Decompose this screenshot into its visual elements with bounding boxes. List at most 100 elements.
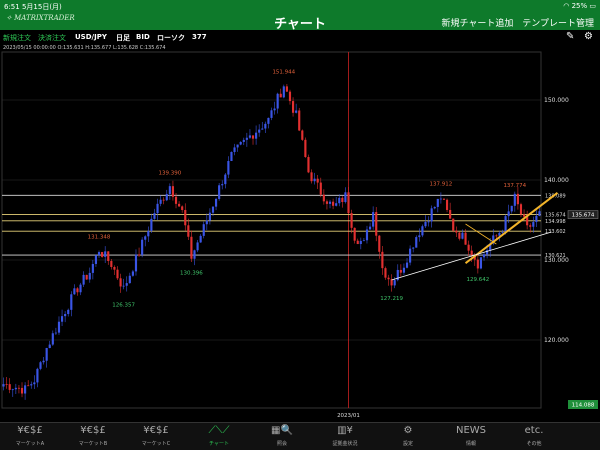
candle-body [122,285,125,287]
candle-body [458,232,461,239]
peak-label: 139.390 [158,170,181,176]
tab-market-a[interactable]: ¥€$£ マーケットA [0,425,60,447]
candle-body [251,135,255,139]
chart-area[interactable]: 120.000 130.000 140.000 150.000 2023/01 138.0… [0,48,600,422]
candle-body [171,186,175,197]
trough-label: 129.642 [466,277,489,283]
new-order-button[interactable]: 新規注文 [3,33,31,43]
status-date: 5月15日(月) [21,3,62,11]
candle-body [218,185,221,199]
candle-body [270,110,273,118]
chart-icon: ⟋⟍⟋ [208,425,230,436]
candle-body [144,236,147,240]
candle-body [507,211,510,217]
candle-body [196,242,199,251]
candle-body [359,240,362,245]
gear-icon[interactable]: ⚙ [584,31,593,42]
candle-body [393,280,396,286]
candle-body [205,220,208,225]
candle-body [104,251,107,257]
candle-body [150,218,153,231]
candle-count-select[interactable]: 377 [192,33,207,41]
candle-body [24,385,27,394]
candle-body [128,275,131,284]
chart-type-select[interactable]: ローソク [157,33,185,43]
header-actions: 新規チャート追加 テンプレート管理 [435,16,594,29]
candle-body [482,254,486,258]
candle-body [190,236,193,259]
candle-body [341,197,344,203]
candle-body [20,387,24,394]
candle-body [48,344,51,349]
candle-body [242,139,245,142]
candle-body [504,216,507,233]
bottom-price-label: 114.088 [572,403,595,409]
template-manage-button[interactable]: テンプレート管理 [522,19,594,29]
bottom-tab-bar: ¥€$£ マーケットA ¥€$£ マーケットB ¥€$£ マーケットC ⟋⟍⟋ チャート ▦🔍 照… [0,422,600,450]
tab-news[interactable]: NEWS 情報 [441,425,501,447]
tab-settings[interactable]: ⚙ 設定 [378,425,438,447]
tab-label: 証拠金状況 [332,441,358,447]
candle-body [33,382,36,385]
tab-market-b[interactable]: ¥€$£ マーケットB [63,425,123,447]
candle-body [57,321,61,333]
candle-body [479,257,483,269]
peak-label: 151.944 [272,70,295,76]
candle-body [409,248,412,263]
candle-body [338,197,341,204]
tab-inquiry[interactable]: ▦🔍 照会 [252,425,312,447]
candle-body [211,206,215,213]
x-tick-label: 2023/01 [337,413,360,419]
gear-icon: ⚙ [403,425,413,436]
candle-body [439,198,442,200]
hline-label: 130.621 [545,253,566,259]
y-tick-label: 120.000 [544,337,569,344]
candle-body [378,235,381,252]
tab-margin-status[interactable]: ▥¥ 証拠金状況 [315,425,375,447]
candle-body [267,117,270,124]
status-battery: ◠ 25% ▭ [563,2,596,10]
tab-market-c[interactable]: ¥€$£ マーケットC [126,425,186,447]
candle-body [519,204,523,215]
candle-body [17,387,21,389]
add-chart-button[interactable]: 新規チャート追加 [441,19,513,29]
candle-body [258,129,261,133]
candle-body [304,139,307,158]
candle-body [82,274,85,285]
tab-label: マーケットA [15,441,45,447]
candle-body [513,193,516,206]
candle-body [208,212,211,221]
tab-chart[interactable]: ⟋⟍⟋ チャート [189,425,249,447]
candle-body [532,222,535,227]
candle-body [64,314,67,317]
candle-body [285,86,288,92]
candle-body [119,278,122,287]
timeframe-select[interactable]: 日足 [116,33,130,43]
candle-body [168,186,171,194]
candle-body [375,212,378,236]
candle-body [418,235,421,238]
candle-body [181,206,184,210]
candle-body [174,196,178,204]
peak-label: 137.774 [503,183,526,189]
candle-body [36,368,39,383]
candle-body [14,387,17,390]
settle-order-button[interactable]: 決済注文 [38,33,66,43]
candle-body [350,213,353,228]
candle-body [362,240,365,242]
candle-body [230,151,233,162]
candle-body [2,384,5,387]
etc-icon: etc. [524,425,544,436]
candle-body [291,101,295,113]
candle-body [332,201,335,206]
candle-body [202,224,205,236]
tab-etc[interactable]: etc. その他 [504,425,564,447]
candle-body [282,86,285,98]
currency-pair-select[interactable]: USD/JPY [75,33,107,41]
price-type-select[interactable]: BID [136,33,150,41]
candle-body [214,198,218,207]
candlestick-chart[interactable]: 120.000130.000140.000150.0002023/01138.0… [0,48,600,422]
pencil-icon[interactable]: ✎ [566,31,574,42]
candle-body [187,225,190,237]
chart-toolbar: 新規注文 決済注文 USD/JPY 日足 BID ローソク 377 ✎ ⚙ [0,30,600,44]
